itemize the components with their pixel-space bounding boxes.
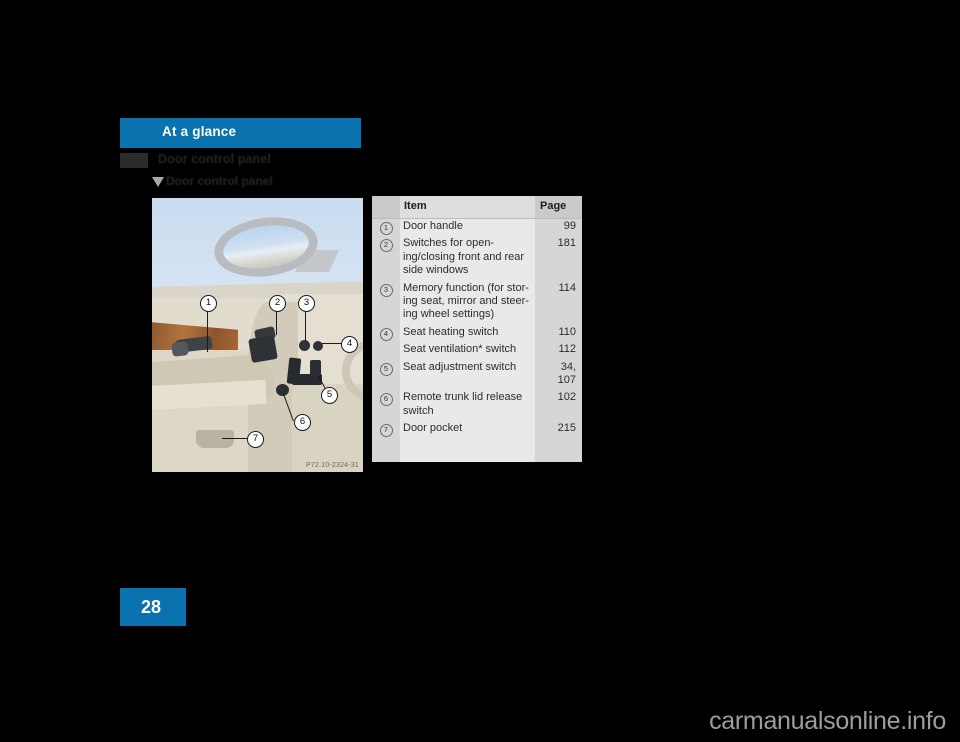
subheading-label: Door control panel: [166, 174, 273, 188]
figure-caption: P72.10-2324-31: [305, 462, 359, 469]
section-header-bar: At a glance: [120, 118, 361, 148]
chapter-title: Door control panel: [158, 152, 271, 166]
table-header-item: Item: [404, 200, 427, 212]
table-cell-number: 2: [372, 236, 400, 253]
page-number-label: 28: [141, 597, 162, 617]
table-cell-page: 99: [563, 220, 576, 232]
leader-line-3: [305, 308, 307, 341]
table-cell-page: 102: [557, 391, 576, 404]
callout-1: 1: [200, 295, 217, 312]
legend-table: Item Page 1 Door handle 99 2 Switches for op…: [372, 196, 582, 462]
page-number-badge: 28: [120, 588, 186, 626]
table-header-number-cell: [372, 196, 400, 218]
callout-number-badge: 4: [379, 327, 393, 341]
table-cell-number: 5: [372, 360, 400, 376]
seat-adjust-switch-side: [310, 360, 321, 376]
callout-4: 4: [341, 336, 358, 353]
callout-number-badge: 6: [379, 393, 393, 407]
table-row: Seat ventilation* switch 112: [372, 342, 582, 358]
callout-number-badge: 7: [379, 424, 393, 438]
side-mirror-glass: [220, 220, 312, 274]
table-cell-item: Memory function (for stor-ing seat, mirr…: [403, 281, 529, 321]
table-cell-page: 110: [558, 325, 576, 338]
watermark: carmanualsonline.info: [709, 707, 946, 735]
memory-button-1: [299, 340, 310, 351]
leader-line-1: [207, 308, 209, 352]
table-cell-item: Door pocket: [403, 422, 463, 435]
callout-2: 2: [269, 295, 286, 312]
figure-door-control-panel: 1 2 3 4 5 6 7 P72.10-2324-31: [152, 198, 363, 472]
table-row: 4 Seat heating switch 110: [372, 325, 582, 341]
table-cell-item: Door handle: [403, 220, 463, 232]
table-cell-number: 1: [372, 219, 400, 235]
table-cell-number: 4: [372, 325, 400, 341]
table-row: 5 Seat adjustment switch 34, 107: [372, 360, 582, 387]
table-cell-number: 7: [372, 421, 400, 438]
figure-photo: 1 2 3 4 5 6 7 P72.10-2324-31: [152, 198, 363, 472]
table-header-row: Item Page: [372, 196, 582, 219]
leader-line-2: [276, 308, 278, 335]
table-row: 3 Memory function (for stor-ing seat, mir…: [372, 281, 582, 321]
callout-7: 7: [247, 431, 264, 448]
table-row: 2 Switches for open-ing/closing front and…: [372, 236, 582, 276]
leader-line-7: [222, 438, 247, 440]
callout-6: 6: [294, 414, 311, 431]
window-switch-cluster: [248, 334, 278, 364]
table-row: 7 Door pocket 215: [372, 421, 582, 438]
table-cell-item: Seat ventilation* switch: [403, 343, 517, 356]
table-cell-item: Seat adjustment switch: [403, 360, 517, 373]
chapter-heading: Door control panel: [120, 152, 420, 171]
table-cell-page: 215: [557, 422, 576, 435]
table-cell-item: Seat heating switch: [403, 325, 499, 338]
subheading: Door control panel: [152, 174, 452, 191]
callout-number-badge: 2: [379, 239, 393, 253]
table-cell-page: 181: [557, 237, 576, 250]
callout-number-badge: 3: [379, 283, 393, 297]
callout-number-badge: 1: [379, 222, 393, 235]
section-header-label: At a glance: [162, 124, 237, 139]
chapter-marker-block: [120, 153, 148, 168]
callout-3: 3: [298, 295, 315, 312]
table-row: 6 Remote trunk lid release switch 102: [372, 390, 582, 417]
callout-5: 5: [321, 387, 338, 404]
table-row: 1 Door handle 99: [372, 219, 582, 235]
document-page: At a glance Door control panel Door cont…: [0, 0, 960, 742]
table-cell-number: 3: [372, 281, 400, 297]
callout-number-badge: 5: [379, 362, 393, 376]
table-cell-number: 6: [372, 390, 400, 407]
table-cell-page: 112: [558, 343, 576, 356]
door-handle-base: [171, 341, 189, 357]
table-cell-item: Switches for open-ing/closing front and …: [403, 237, 525, 277]
table-cell-number: [372, 342, 400, 344]
table-header-page: Page: [540, 200, 567, 212]
triangle-down-icon: [152, 177, 164, 187]
table-cell-item: Remote trunk lid release switch: [403, 391, 523, 417]
table-cell-page: 34, 107: [557, 360, 576, 386]
table-cell-page: 114: [558, 281, 576, 294]
